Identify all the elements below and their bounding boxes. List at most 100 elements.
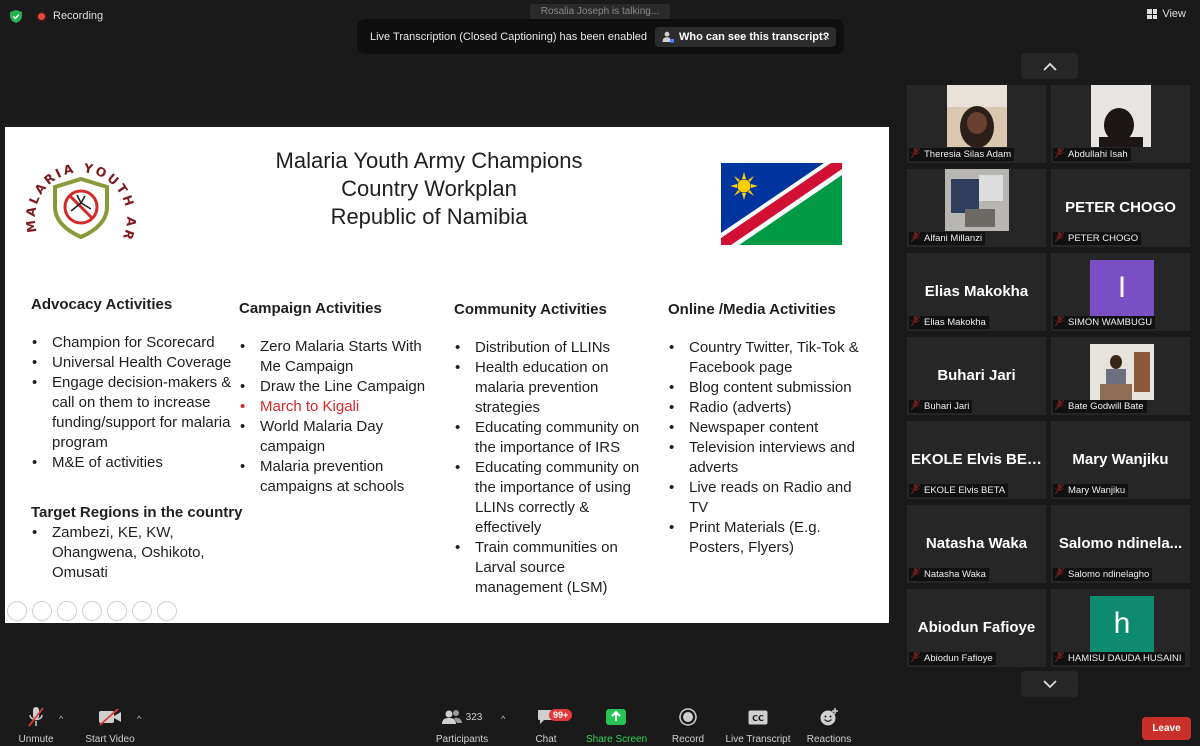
unmute-button[interactable]: Unmute: [14, 704, 58, 745]
list-item: Health education on malaria prevention s…: [454, 358, 652, 418]
participant-tile[interactable]: Abdullahi Isah: [1051, 85, 1190, 163]
zoom-icon[interactable]: [107, 601, 127, 621]
participant-display-name: Elias Makokha: [924, 283, 1029, 300]
subtitles-icon[interactable]: [132, 601, 152, 621]
participant-display-name: Mary Wanjiku: [1072, 451, 1169, 468]
participant-tile[interactable]: Elias Makokha Elias Makokha: [907, 253, 1046, 331]
previous-slide-icon[interactable]: [7, 601, 27, 621]
next-slide-icon[interactable]: [32, 601, 52, 621]
participant-tile[interactable]: Natasha Waka Natasha Waka: [907, 505, 1046, 583]
participant-tile[interactable]: Buhari Jari Buhari Jari: [907, 337, 1046, 415]
active-speaker-label: Rosalia Joseph is talking...: [530, 4, 670, 20]
list-item: Educating community on the importance of…: [454, 458, 652, 538]
scroll-down-button[interactable]: [1021, 671, 1078, 697]
leave-button[interactable]: Leave: [1142, 717, 1191, 740]
video-off-icon: [99, 708, 121, 726]
grid-view-icon: [1147, 9, 1158, 19]
title-line-3: Republic of Namibia: [330, 204, 528, 229]
campaign-section: Campaign Activities Zero Malaria Starts …: [239, 299, 434, 497]
smiley-icon: [820, 708, 838, 726]
close-icon[interactable]: ×: [822, 29, 830, 44]
participant-display-name: Salomo ndinela...: [1058, 535, 1183, 552]
participants-label: Participants: [435, 734, 489, 745]
participant-tile[interactable]: Mary Wanjiku Mary Wanjiku: [1051, 421, 1190, 499]
record-icon: [679, 708, 697, 726]
participant-video-frame: [945, 169, 1009, 231]
security-shield-icon[interactable]: [10, 10, 22, 23]
live-transcript-label: Live Transcript: [725, 734, 791, 745]
advocacy-section: Advocacy Activities Champion for Scoreca…: [31, 295, 236, 473]
participants-options-caret[interactable]: ^: [501, 714, 505, 724]
participant-tile[interactable]: PETER CHOGO PETER CHOGO: [1051, 169, 1190, 247]
live-transcript-button[interactable]: CC Live Transcript: [724, 704, 792, 745]
list-item: Malaria prevention campaigns at schools: [239, 457, 434, 497]
participant-tile[interactable]: Theresia Silas Adam: [907, 85, 1046, 163]
participant-display-name: PETER CHOGO: [1065, 199, 1176, 216]
shared-slide: MALARIA YOUTH ARMY Malaria Youth Army Ch…: [5, 127, 889, 623]
participant-tile[interactable]: Salomo ndinela... Salomo ndinelagho: [1051, 505, 1190, 583]
list-item: Universal Health Coverage: [31, 353, 236, 373]
chat-unread-badge: 99+: [549, 709, 573, 721]
list-item: Champion for Scorecard: [31, 333, 236, 353]
more-options-icon[interactable]: [157, 601, 177, 621]
slide-title: Malaria Youth Army Champions Country Wor…: [205, 147, 653, 231]
list-item: Country Twitter, Tik-Tok & Facebook page: [668, 338, 873, 378]
target-regions-section: Target Regions in the country Zambezi, K…: [31, 503, 261, 583]
participant-tile[interactable]: I SIMON WAMBUGU: [1051, 253, 1190, 331]
audio-options-caret[interactable]: ^: [59, 714, 63, 724]
participants-button[interactable]: 323 Participants: [432, 704, 492, 745]
view-button[interactable]: View: [1147, 8, 1186, 20]
record-button[interactable]: Record: [668, 704, 708, 745]
recording-label[interactable]: Recording: [53, 10, 103, 22]
pen-icon[interactable]: [57, 601, 77, 621]
participant-name: HAMISU DAUDA HUSAINI: [1053, 652, 1185, 665]
person-lock-icon: [662, 31, 675, 42]
chat-label: Chat: [535, 734, 557, 745]
participant-tile[interactable]: h HAMISU DAUDA HUSAINI: [1051, 589, 1190, 667]
scroll-up-button[interactable]: [1021, 53, 1078, 79]
list-item: Train communities on Larval source manag…: [454, 538, 652, 598]
svg-text:CC: CC: [752, 714, 764, 723]
participant-tile[interactable]: EKOLE Elvis BETA EKOLE Elvis BETA: [907, 421, 1046, 499]
participant-display-name: Abiodun Fafioye: [917, 619, 1036, 636]
participant-name: Bate Godwill Bate: [1053, 400, 1147, 413]
video-options-caret[interactable]: ^: [137, 714, 141, 724]
online-media-section: Online /Media Activities Country Twitter…: [668, 300, 873, 558]
participant-name: Natasha Waka: [909, 568, 989, 581]
muted-microphone-icon: [28, 707, 44, 727]
participant-tile[interactable]: Bate Godwill Bate: [1051, 337, 1190, 415]
participants-icon: [441, 710, 462, 724]
participant-name: Elias Makokha: [909, 316, 989, 329]
transcript-link-label: Who can see this transcript?: [679, 30, 830, 43]
recording-icon[interactable]: [36, 11, 47, 22]
start-video-button[interactable]: Start Video: [82, 704, 138, 745]
participant-display-name: EKOLE Elvis BETA: [911, 451, 1046, 468]
list-item: Live reads on Radio and TV: [668, 478, 873, 518]
unmute-label: Unmute: [18, 734, 54, 745]
list-item: Zero Malaria Starts With Me Campaign: [239, 337, 434, 377]
participant-tile[interactable]: Alfani Millanzi: [907, 169, 1046, 247]
meeting-toolbar: Unmute ^ Start Video ^ 323 Participants …: [0, 704, 1200, 746]
participant-video-frame: [1091, 85, 1151, 147]
participant-name: EKOLE Elvis BETA: [909, 484, 1009, 497]
title-line-2: Country Workplan: [341, 176, 517, 201]
transcript-visibility-button[interactable]: Who can see this transcript?: [655, 26, 837, 47]
campaign-heading: Campaign Activities: [239, 300, 382, 317]
slides-icon[interactable]: [82, 601, 102, 621]
participant-name: Alfani Millanzi: [909, 232, 986, 245]
participant-count: 323: [465, 711, 483, 723]
advocacy-heading: Advocacy Activities: [31, 296, 173, 313]
reactions-label: Reactions: [806, 734, 852, 745]
community-section: Community Activities Distribution of LLI…: [454, 300, 652, 598]
participant-name: Mary Wanjiku: [1053, 484, 1129, 497]
list-item: Engage decision-makers & call on them to…: [31, 373, 236, 453]
list-item: Draw the Line Campaign: [239, 377, 434, 397]
participant-tile[interactable]: Abiodun Fafioye Abiodun Fafioye: [907, 589, 1046, 667]
participant-video-frame: [947, 85, 1007, 147]
chevron-down-icon: [1042, 679, 1057, 688]
share-screen-button[interactable]: Share Screen: [586, 704, 647, 745]
start-video-label: Start Video: [85, 734, 135, 745]
list-item: Radio (adverts): [668, 398, 873, 418]
chevron-up-icon: [1042, 62, 1057, 71]
reactions-button[interactable]: Reactions: [805, 704, 853, 745]
